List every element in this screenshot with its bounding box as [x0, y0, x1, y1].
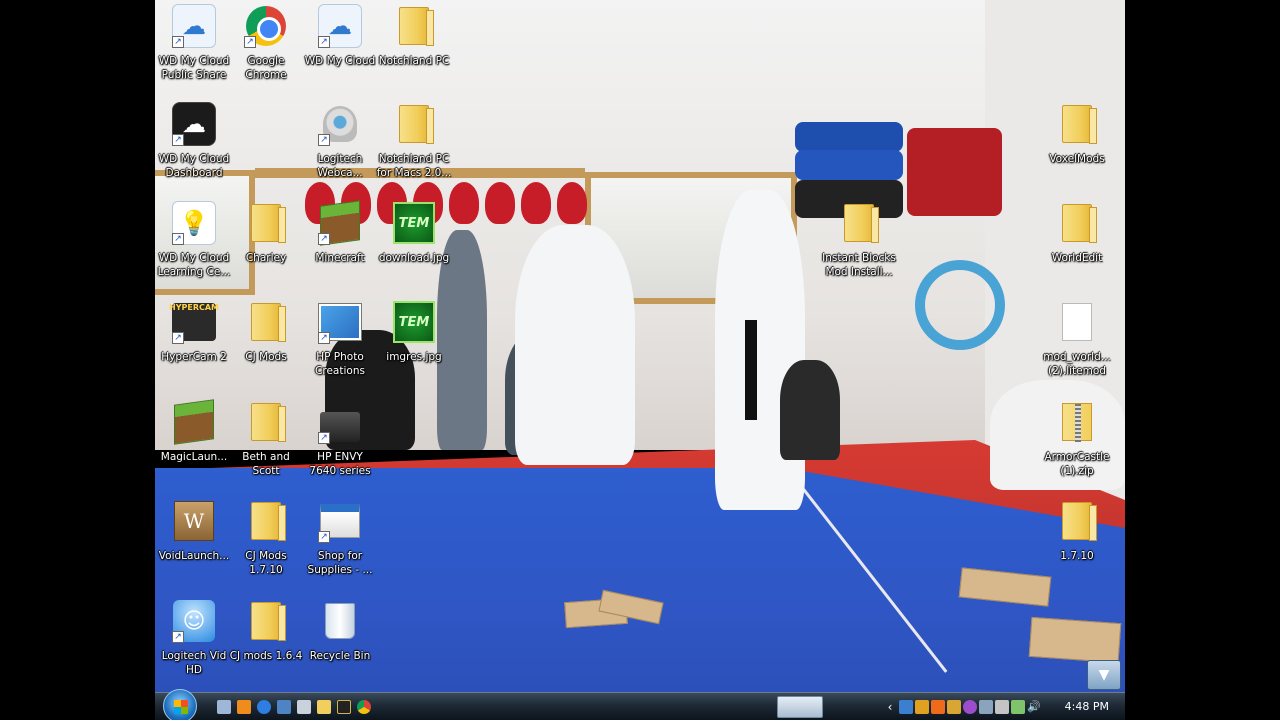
folder-icon [251, 303, 286, 342]
chevron-left-icon[interactable]: ‹ [883, 700, 897, 714]
wallpaper-instructor [715, 190, 805, 510]
shortcut-arrow-icon: ↗ [172, 332, 184, 344]
app-icon[interactable] [947, 700, 961, 714]
battery-icon[interactable] [1011, 700, 1025, 714]
window-icon[interactable] [277, 700, 291, 714]
wallpaper-bag [521, 182, 551, 224]
desktop-icon-logitech-webcam[interactable]: ↗ Logitech Webca... [301, 100, 379, 180]
desktop-icon-magiclauncher[interactable]: MagicLaun... [155, 398, 233, 464]
folder-icon [251, 204, 286, 243]
desktop-icon-cj-mods-1-6-4[interactable]: CJ mods 1.6.4 [227, 597, 305, 663]
folder-icon [1062, 502, 1097, 541]
desktop-icon-wd-my-cloud-learning-center[interactable]: 💡 ↗ WD My Cloud Learning Ce... [155, 199, 233, 279]
desktop-icon-notchland-pc-for-macs[interactable]: Notchland PC for Macs 2.0... [375, 100, 453, 180]
desktop-icon-wd-my-cloud[interactable]: ☁ ↗ WD My Cloud [301, 2, 379, 68]
desktop-icon-armorcastle-zip[interactable]: ArmorCastle (1).zip [1038, 398, 1116, 478]
wallpaper-pad [907, 128, 1002, 216]
wallpaper-bag [557, 182, 587, 224]
desktop-icon-wd-my-cloud-public-share[interactable]: ☁ ↗ WD My Cloud Public Share [155, 2, 233, 82]
desktop-icon-google-chrome[interactable]: ↗ Google Chrome [227, 2, 305, 82]
desktop-icon-logitech-vid-hd[interactable]: ☺ ↗ Logitech Vid HD [155, 597, 233, 677]
chrome-icon[interactable] [357, 700, 371, 714]
folder-icon [1062, 204, 1097, 243]
orange-icon[interactable] [931, 700, 945, 714]
folder-icon [251, 602, 286, 641]
ie-icon[interactable] [257, 700, 271, 714]
shortcut-arrow-icon: ↗ [172, 36, 184, 48]
shortcut-arrow-icon: ↗ [318, 233, 330, 245]
void-launcher-icon: W [174, 501, 214, 541]
pen-icon[interactable] [995, 700, 1009, 714]
folder-icon [251, 403, 286, 442]
show-desktop-icon[interactable] [217, 700, 231, 714]
shortcut-arrow-icon: ↗ [244, 36, 256, 48]
desktop-icon-charley[interactable]: Charley [227, 199, 305, 265]
shortcut-arrow-icon: ↗ [318, 332, 330, 344]
desktop-icon-notchland-pc[interactable]: Notchland PC [375, 2, 453, 68]
desktop: ☁ ↗ WD My Cloud Public Share ☁ ↗ WD My Clo… [155, 0, 1125, 720]
document-icon [1062, 303, 1092, 341]
folder-icon[interactable] [317, 700, 331, 714]
desktop-icon-cj-mods[interactable]: CJ Mods [227, 298, 305, 364]
wallpaper-pad [795, 150, 903, 180]
media-player-icon[interactable] [237, 700, 251, 714]
desktop-icon-cj-mods-1-7-10[interactable]: CJ Mods 1.7.10 [227, 497, 305, 577]
start-button[interactable] [163, 689, 197, 720]
desktop-icon-hp-photo-creations[interactable]: ↗ HP Photo Creations [301, 298, 379, 378]
desktop-icon-worldedit[interactable]: WorldEdit [1038, 199, 1116, 265]
wallpaper-student [515, 225, 635, 465]
desktop-icon-voxelmods[interactable]: VoxelMods [1038, 100, 1116, 166]
folder-icon [844, 204, 879, 243]
tem-image-icon: TEM [393, 202, 435, 244]
desktop-icon-wd-my-cloud-dashboard[interactable]: ☁ ↗ WD My Cloud Dashboard [155, 100, 233, 180]
desktop-icon-voidlauncher[interactable]: W VoidLaunch... [155, 497, 233, 563]
taskbar: ‹ 🔊 4:48 PM [155, 689, 1125, 720]
desktop-icon-download-jpg[interactable]: TEM download.jpg [375, 199, 453, 265]
folder-icon [251, 502, 286, 541]
desktop-icon-hypercam-2[interactable]: HYPERCAM ↗ HyperCam 2 [155, 298, 233, 364]
purple-icon[interactable] [963, 700, 977, 714]
network-icon[interactable] [899, 700, 913, 714]
clock[interactable]: 4:48 PM [1065, 700, 1109, 713]
desktop-icon-shop-for-supplies[interactable]: ↗ Shop for Supplies - ... [301, 497, 379, 577]
wallpaper-spectator [780, 360, 840, 460]
desktop-icon-minecraft[interactable]: ↗ Minecraft [301, 199, 379, 265]
shortcut-arrow-icon: ↗ [318, 432, 330, 444]
shortcut-arrow-icon: ↗ [318, 134, 330, 146]
taskbar-window-button[interactable] [777, 696, 823, 718]
shortcut-arrow-icon: ↗ [172, 134, 184, 146]
folder-icon [1062, 105, 1097, 144]
desktop-icon-1-7-10[interactable]: 1.7.10 [1038, 497, 1116, 563]
wallpaper-black-belt [745, 320, 757, 420]
desktop-icon-recycle-bin[interactable]: Recycle Bin [301, 597, 379, 663]
recycle-bin-icon [325, 603, 355, 639]
wallpaper-bag [485, 182, 515, 224]
desktop-icon-beth-and-scott[interactable]: Beth and Scott [227, 398, 305, 478]
zip-folder-icon [1062, 403, 1092, 442]
shortcut-arrow-icon: ↗ [318, 36, 330, 48]
desktop-icon-mod-world-litemod[interactable]: mod_world... (2).litemod [1038, 298, 1116, 378]
shortcut-arrow-icon: ↗ [318, 531, 330, 543]
security-icon[interactable] [915, 700, 929, 714]
folder-icon [399, 105, 434, 144]
volume-icon[interactable]: 🔊 [1027, 700, 1041, 714]
wallpaper-pad [795, 122, 903, 152]
wallpaper-bag [449, 182, 479, 224]
wallpaper-board [1028, 616, 1122, 664]
batman-icon[interactable] [337, 700, 351, 714]
shortcut-arrow-icon: ↗ [172, 631, 184, 643]
desktop-icon-hp-envy-7640-series[interactable]: ↗ HP ENVY 7640 series [301, 398, 379, 478]
folder-icon [399, 7, 434, 46]
shortcut-arrow-icon: ↗ [172, 233, 184, 245]
minecraft-icon [174, 399, 214, 445]
wallpaper-rope [915, 260, 1005, 350]
taskbar-overflow-button[interactable]: ▼ [1087, 660, 1121, 690]
desktop-icon-imgres-jpg[interactable]: TEM imgres.jpg [375, 298, 453, 364]
desktop-icon-instant-blocks-mod-installer[interactable]: Instant Blocks Mod Install... [820, 199, 898, 279]
wifi-icon[interactable] [979, 700, 993, 714]
tem-image-icon: TEM [393, 301, 435, 343]
app-icon[interactable] [297, 700, 311, 714]
system-tray: ‹ 🔊 4:48 PM [867, 693, 1125, 720]
